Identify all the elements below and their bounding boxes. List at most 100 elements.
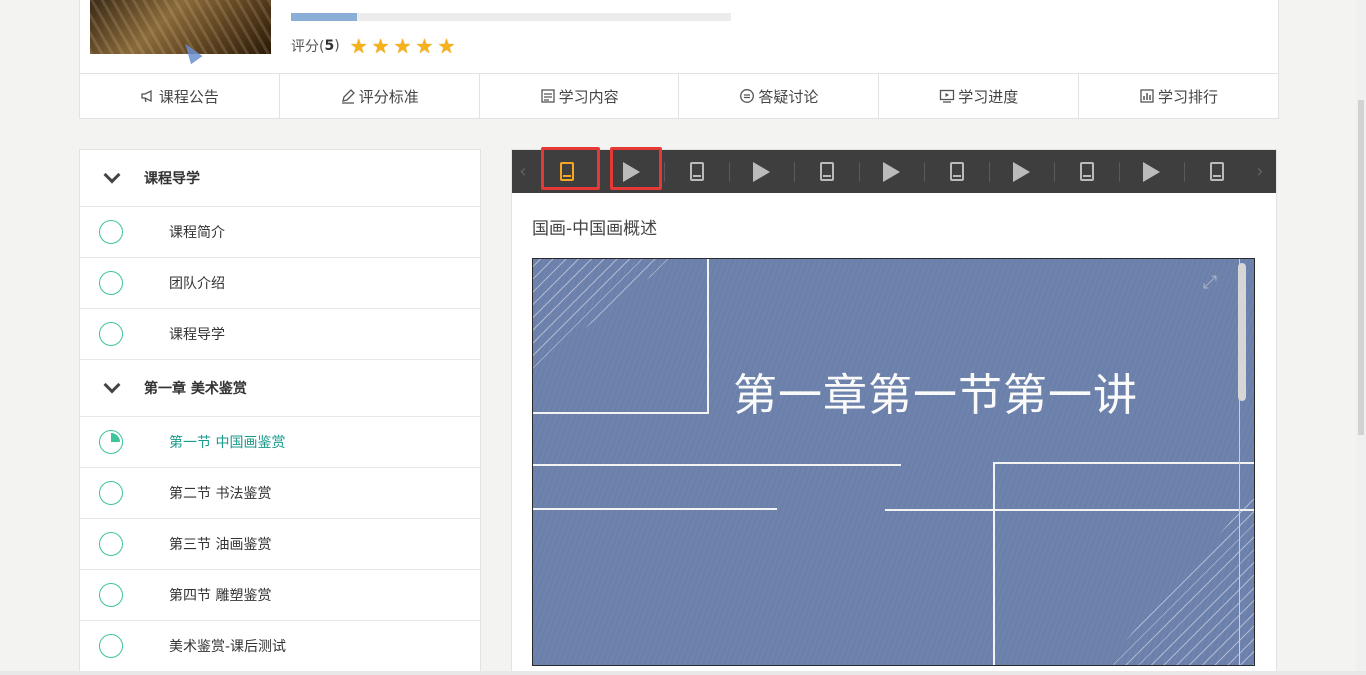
lesson-item[interactable]: 第四节 雕塑鉴赏: [80, 570, 480, 621]
star-icon: ★: [349, 34, 368, 58]
video-tab[interactable]: [1119, 150, 1184, 193]
document-icon: [1209, 162, 1224, 181]
nav-announcements[interactable]: 课程公告: [80, 74, 280, 118]
course-nav: 课程公告 评分标准 学习内容 答疑讨论 学习进度 学习排行: [80, 73, 1278, 118]
megaphone-icon: [140, 88, 156, 104]
document-tab[interactable]: [1184, 150, 1249, 193]
chevron-down-icon: [103, 166, 121, 184]
rating-close: ): [334, 38, 340, 54]
nav-content[interactable]: 学习内容: [480, 74, 680, 118]
status-circle-icon: [99, 271, 123, 295]
play-icon: [1143, 161, 1160, 182]
lesson-title: 第三节 油画鉴赏: [169, 537, 272, 553]
pen-icon: [340, 88, 356, 104]
chapter-sidebar: 课程导学 课程简介 团队介绍 课程导学 第一章 美术鉴赏 第一节 中国画鉴赏 第…: [79, 149, 481, 675]
document-tab[interactable]: [1054, 150, 1119, 193]
lesson-item[interactable]: 课程简介: [80, 207, 480, 258]
lesson-item[interactable]: 课程导学: [80, 309, 480, 360]
rating-value: 5: [324, 38, 335, 54]
document-tab[interactable]: [664, 150, 729, 193]
lesson-item[interactable]: 团队介绍: [80, 258, 480, 309]
chat-icon: [739, 88, 755, 104]
play-icon: [883, 161, 900, 182]
bottom-strip: [0, 671, 1366, 675]
fullscreen-icon[interactable]: ⤢: [1200, 273, 1220, 293]
chapter-header[interactable]: 第一章 美术鉴赏: [80, 360, 480, 417]
rating-label: 评分(: [291, 39, 325, 55]
star-icon: ★: [437, 34, 456, 58]
status-circle-icon: [99, 634, 123, 658]
content-title: 国画-中国画概述: [532, 219, 658, 239]
document-icon: [819, 162, 834, 181]
video-tab[interactable]: [859, 150, 924, 193]
status-circle-icon: [99, 322, 123, 346]
lesson-item[interactable]: 第二节 书法鉴赏: [80, 468, 480, 519]
document-tab[interactable]: [924, 150, 989, 193]
nav-ranking[interactable]: 学习排行: [1079, 74, 1278, 118]
lesson-title: 课程导学: [169, 327, 225, 343]
slide-line: [533, 412, 709, 414]
content-icon: [540, 88, 556, 104]
chapter-title: 第一章 美术鉴赏: [144, 381, 247, 397]
video-tab[interactable]: [729, 150, 794, 193]
chevron-right-icon[interactable]: ›: [1249, 161, 1271, 182]
lesson-title: 美术鉴赏-课后测试: [169, 639, 287, 655]
document-icon: [1079, 162, 1094, 181]
nav-label: 评分标准: [358, 87, 419, 106]
progress-icon: [939, 88, 955, 104]
chevron-left-icon[interactable]: ‹: [512, 161, 534, 182]
slide-scrollbar[interactable]: [1238, 263, 1246, 401]
highlight-box: [610, 147, 662, 190]
nav-label: 学习内容: [558, 87, 619, 106]
status-circle-icon: [99, 481, 123, 505]
status-circle-icon: [99, 583, 123, 607]
ranking-icon: [1139, 88, 1155, 104]
star-icon: ★: [371, 34, 390, 58]
play-icon: [753, 161, 770, 182]
lesson-item[interactable]: 第三节 油画鉴赏: [80, 519, 480, 570]
slide-line: [707, 259, 709, 414]
nav-label: 学习排行: [1158, 87, 1219, 106]
slide-line: [533, 464, 901, 466]
nav-discussion[interactable]: 答疑讨论: [679, 74, 880, 118]
highlight-box: [541, 147, 600, 190]
lesson-title: 第一节 中国画鉴赏: [169, 435, 286, 451]
scrollbar-thumb[interactable]: [1358, 100, 1364, 435]
course-progress-fill: [291, 13, 357, 21]
course-header: 评分(5) ★ ★ ★ ★ ★ 课程公告 评分标准 学习内容 答疑讨论 学习进度: [79, 0, 1279, 119]
lesson-title: 课程简介: [169, 225, 225, 241]
slide-line: [993, 462, 995, 665]
chapter-header[interactable]: 课程导学: [80, 150, 480, 207]
course-progress-bar: [291, 13, 731, 21]
nav-grading[interactable]: 评分标准: [280, 74, 480, 118]
nav-label: 学习进度: [958, 87, 1019, 106]
status-circle-icon: [99, 220, 123, 244]
chevron-down-icon: [103, 376, 121, 394]
status-partial-icon: [99, 430, 123, 454]
slide-hatch-decoration: [1104, 495, 1254, 665]
slide-line: [885, 509, 1254, 511]
star-icon: ★: [415, 34, 434, 58]
star-icon: ★: [393, 34, 412, 58]
lesson-item-active[interactable]: 第一节 中国画鉴赏: [80, 417, 480, 468]
rating-stars: ★ ★ ★ ★ ★: [349, 34, 456, 58]
document-icon: [949, 162, 964, 181]
video-tab[interactable]: [989, 150, 1054, 193]
content-panel: ‹ › 国画-中国画概述 第一章第一节第一讲 ⤢: [511, 149, 1277, 675]
lesson-title: 第二节 书法鉴赏: [169, 486, 272, 502]
nav-label: 课程公告: [158, 87, 219, 106]
chapter-title: 课程导学: [144, 171, 200, 187]
document-icon: [689, 162, 704, 181]
play-icon: [1013, 161, 1030, 182]
document-tab[interactable]: [794, 150, 859, 193]
slide-line: [533, 508, 777, 510]
status-circle-icon: [99, 532, 123, 556]
nav-progress[interactable]: 学习进度: [879, 74, 1080, 118]
lesson-item[interactable]: 美术鉴赏-课后测试: [80, 621, 480, 672]
slide-viewer[interactable]: 第一章第一节第一讲 ⤢: [532, 258, 1255, 666]
slide-hatch-decoration: [533, 259, 673, 369]
page-scrollbar[interactable]: [1356, 0, 1366, 675]
nav-label: 答疑讨论: [758, 87, 819, 106]
slide-line: [993, 462, 1254, 464]
course-rating: 评分(5) ★ ★ ★ ★ ★: [291, 36, 455, 56]
